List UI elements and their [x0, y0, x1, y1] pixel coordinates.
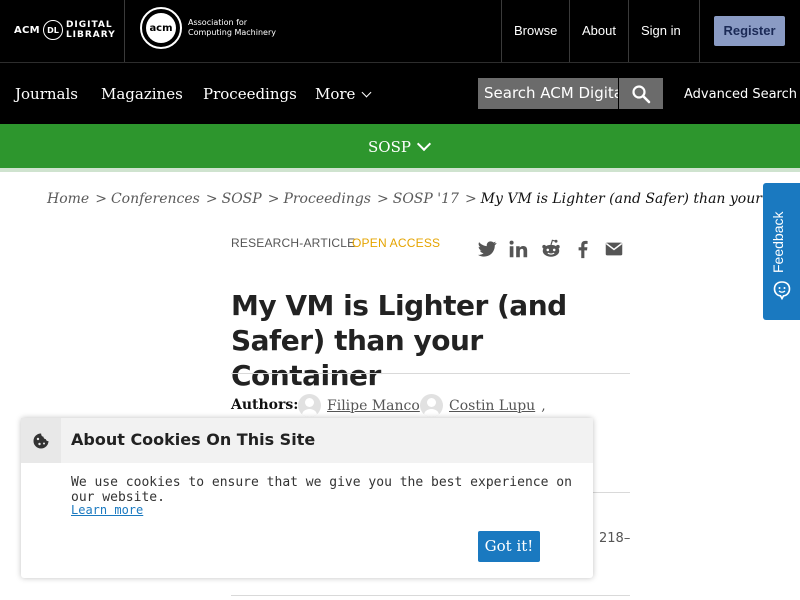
breadcrumb-current: My VM is Lighter (and Safer) than your C… [480, 191, 800, 207]
conference-bar[interactable]: SOSP [0, 124, 800, 172]
dl-logo-line2: LIBRARY [65, 30, 116, 40]
avatar [298, 394, 321, 417]
cookie-header: About Cookies On This Site [21, 418, 593, 463]
conference-label: SOSP [368, 138, 411, 156]
open-access-badge: OPEN ACCESS [352, 236, 441, 250]
nav-magazines[interactable]: Magazines [101, 63, 183, 125]
breadcrumb-separator: > [205, 191, 218, 207]
got-it-button[interactable]: Got it! [478, 531, 540, 562]
cookie-message: We use cookies to ensure that we give yo… [71, 475, 572, 505]
acm-logo-circle: acm [140, 7, 182, 49]
reddit-icon[interactable] [540, 238, 562, 260]
search-input[interactable]: Search ACM Digital Library [478, 78, 618, 109]
browse-link[interactable]: Browse [514, 0, 557, 62]
about-link[interactable]: About [582, 0, 616, 62]
divider [501, 0, 502, 62]
feedback-icon [773, 281, 791, 300]
advanced-search-link[interactable]: Advanced Search [684, 63, 797, 125]
dl-logo-text: DIGITAL LIBRARY [66, 20, 116, 40]
author[interactable]: Costin Lupu, [420, 394, 546, 417]
nav-more-label: More [315, 85, 356, 103]
dl-logo-badge: DL [42, 20, 63, 40]
breadcrumb-separator: > [267, 191, 280, 207]
nav-more[interactable]: More [315, 63, 372, 125]
acm-dl-logo[interactable]: ACM DL DIGITAL LIBRARY [14, 20, 116, 40]
divider [231, 595, 630, 596]
search-icon [632, 84, 651, 103]
dl-logo-line1: DIGITAL [65, 20, 113, 30]
facebook-icon[interactable] [572, 238, 594, 260]
main-nav: Journals Magazines Proceedings More Sear… [0, 62, 800, 124]
chevron-down-icon [416, 136, 432, 152]
feedback-tab[interactable]: Feedback [763, 183, 800, 320]
article-type: RESEARCH-ARTICLE [231, 236, 356, 250]
divider [231, 373, 630, 374]
search-button[interactable] [619, 78, 663, 109]
divider [124, 0, 125, 62]
acm-logo-line2: Computing Machinery [188, 28, 276, 37]
author-name: Filipe Manco [327, 397, 420, 414]
sign-in-link[interactable]: Sign in [641, 0, 681, 62]
author-separator: , [541, 397, 546, 414]
email-icon[interactable] [603, 238, 625, 260]
acm-logo-text: Association for Computing Machinery [188, 18, 276, 38]
cookie-banner: About Cookies On This Site We use cookie… [21, 418, 593, 578]
learn-more-link[interactable]: Learn more [71, 503, 143, 517]
top-bar: ACM DL DIGITAL LIBRARY acm Association f… [0, 0, 800, 62]
breadcrumb-conferences[interactable]: Conferences [111, 191, 200, 207]
breadcrumb-home[interactable]: Home [47, 191, 89, 207]
twitter-icon[interactable] [476, 238, 498, 260]
dl-logo-acm: ACM [14, 24, 40, 36]
avatar [420, 394, 443, 417]
acm-logo-line1: Association for [188, 18, 248, 27]
breadcrumb: Home > Conferences > SOSP > Proceedings > SOSP '… [47, 191, 800, 207]
divider [593, 492, 630, 493]
cookie-title: About Cookies On This Site [71, 430, 316, 449]
author[interactable]: Filipe Manco, [298, 394, 430, 417]
breadcrumb-sosp17[interactable]: SOSP '17 [393, 191, 459, 207]
cookie-icon-box [21, 418, 61, 463]
nav-proceedings[interactable]: Proceedings [203, 63, 297, 125]
divider [569, 0, 570, 62]
breadcrumb-separator: > [377, 191, 389, 207]
nav-journals[interactable]: Journals [15, 63, 78, 125]
breadcrumb-sosp[interactable]: SOSP [222, 191, 262, 207]
divider [699, 0, 700, 62]
chevron-down-icon [361, 87, 372, 98]
register-button[interactable]: Register [714, 16, 785, 46]
acm-logo[interactable]: acm Association for Computing Machinery [140, 7, 276, 49]
divider [628, 0, 629, 62]
cookie-icon [33, 433, 49, 448]
breadcrumb-separator: > [464, 191, 477, 207]
feedback-label: Feedback [770, 211, 786, 273]
linkedin-icon[interactable] [507, 238, 529, 260]
breadcrumb-separator: > [95, 191, 107, 207]
article-title: My VM is Lighter (and Safer) than your C… [231, 289, 567, 392]
acm-logo-mark: acm [146, 13, 176, 43]
authors-label: Authors: [231, 397, 299, 413]
pages-fragment: 218– [599, 531, 631, 546]
author-name: Costin Lupu [449, 397, 536, 414]
breadcrumb-proceedings[interactable]: Proceedings [283, 191, 371, 207]
